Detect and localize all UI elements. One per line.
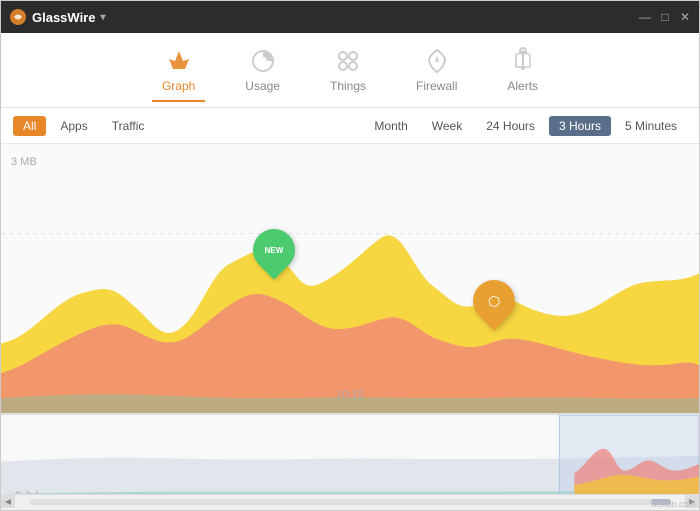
marker-new-label: NEW [265, 246, 284, 255]
graph-icon [165, 47, 193, 75]
tab-things[interactable]: Things [320, 39, 376, 101]
filter-apps-button[interactable]: Apps [50, 116, 97, 136]
marker-new: NEW [253, 229, 295, 271]
filter-right: Month Week 24 Hours 3 Hours 5 Minutes [364, 116, 687, 136]
marker-app: ⬡ [473, 280, 515, 322]
title-bar-controls: — □ ✕ [639, 11, 691, 23]
filter-left: All Apps Traffic [13, 116, 360, 136]
firewall-icon [423, 47, 451, 75]
minimize-button[interactable]: — [639, 11, 651, 23]
time-5minutes-button[interactable]: 5 Minutes [615, 116, 687, 136]
filter-bar: All Apps Traffic Month Week 24 Hours 3 H… [1, 108, 699, 144]
time-month-button[interactable]: Month [364, 116, 417, 136]
logo-icon [9, 8, 27, 26]
things-icon [334, 47, 362, 75]
close-button[interactable]: ✕ [679, 11, 691, 23]
usage-tab-label: Usage [245, 79, 280, 93]
time-week-button[interactable]: Week [422, 116, 472, 136]
chart-time-label: 10:15 [336, 389, 364, 401]
tab-firewall[interactable]: Firewall [406, 39, 467, 101]
title-bar: GlassWire ▾ — □ ✕ [1, 1, 699, 33]
tab-alerts[interactable]: Alerts [497, 39, 548, 101]
scroll-left-button[interactable]: ◀ [1, 495, 15, 509]
chart-svg [1, 144, 699, 413]
title-bar-left: GlassWire ▾ [9, 8, 106, 26]
mini-scrollbar[interactable]: ◀ ▶ [1, 494, 699, 508]
filter-traffic-button[interactable]: Traffic [102, 116, 155, 136]
mini-map: 8 Jul ◀ ▶ [1, 414, 699, 508]
time-3hours-button[interactable]: 3 Hours [549, 116, 611, 136]
scroll-track [29, 499, 671, 505]
app-name: GlassWire [32, 10, 95, 25]
firewall-tab-label: Firewall [416, 79, 457, 93]
marker-app-icon: ⬡ [484, 291, 505, 312]
graph-tab-label: Graph [162, 79, 195, 93]
time-24hours-button[interactable]: 24 Hours [476, 116, 545, 136]
maximize-button[interactable]: □ [659, 11, 671, 23]
dropdown-arrow[interactable]: ▾ [100, 12, 105, 23]
glasswire-logo[interactable]: GlassWire ▾ [9, 8, 106, 26]
filter-all-button[interactable]: All [13, 116, 46, 136]
things-tab-label: Things [330, 79, 366, 93]
usage-icon [249, 47, 277, 75]
tab-graph[interactable]: Graph [152, 39, 205, 101]
nav-tabs: Graph Usage Things [1, 33, 699, 108]
tab-usage[interactable]: Usage [235, 39, 290, 101]
watermark: wsxdn.com [651, 499, 696, 509]
alerts-icon [509, 47, 537, 75]
chart-area: 3 MB NEW ⬡ 10:15 [1, 144, 699, 414]
alerts-tab-label: Alerts [507, 79, 538, 93]
